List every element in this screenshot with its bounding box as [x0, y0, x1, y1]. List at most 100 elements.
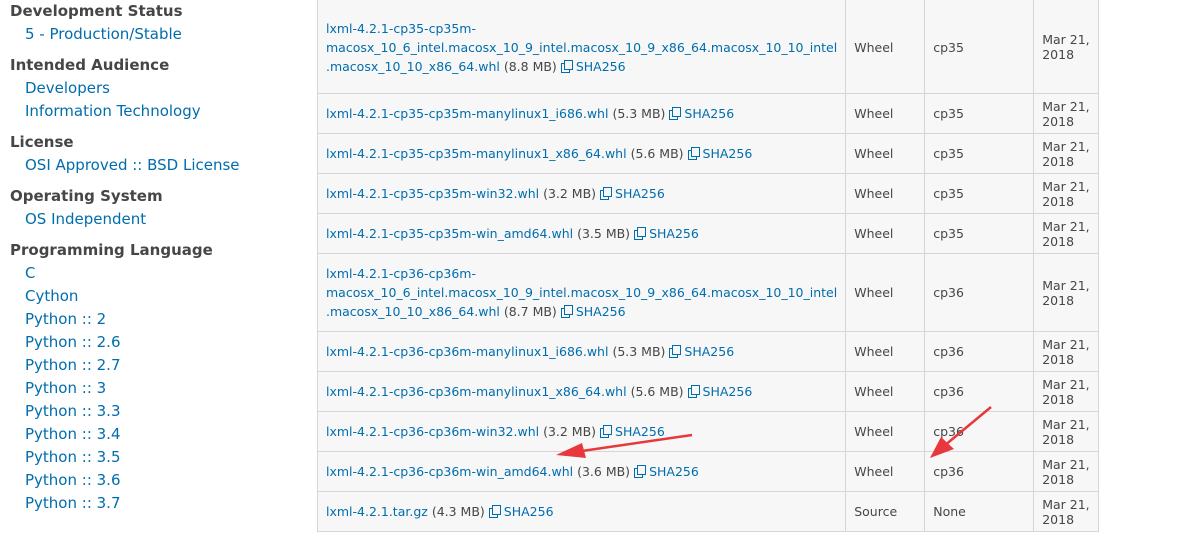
file-download-link[interactable]: lxml-4.2.1-cp36-cp36m-win32.whl	[326, 424, 539, 439]
classifier-category: Intended Audience Developers Information T…	[10, 54, 300, 123]
file-size: (8.7 MB)	[503, 304, 557, 319]
file-cell: lxml-4.2.1-cp36-cp36m-win32.whl (3.2 MB)…	[318, 411, 846, 452]
sha256-link[interactable]: SHA256	[634, 226, 699, 241]
sha256-label: SHA256	[684, 106, 735, 121]
sha256-link[interactable]: SHA256	[669, 344, 734, 359]
classifier-link[interactable]: 5 - Production/Stable	[10, 23, 300, 46]
python-version: cp36	[924, 371, 1034, 412]
classifier-category-title: Development Status	[10, 2, 183, 20]
classifier-link[interactable]: OS Independent	[10, 208, 300, 231]
sha256-link[interactable]: SHA256	[600, 424, 665, 439]
python-version: cp35	[924, 0, 1034, 94]
classifier-link[interactable]: Python :: 3.5	[10, 446, 300, 469]
copy-icon	[669, 345, 682, 358]
file-download-link[interactable]: lxml-4.2.1-cp36-cp36m-manylinux1_x86_64.…	[326, 384, 627, 399]
sha256-label: SHA256	[684, 344, 735, 359]
file-type: Source	[845, 491, 925, 531]
file-row: lxml-4.2.1-cp36-cp36m-manylinux1_i686.wh…	[318, 331, 1098, 372]
file-download-link[interactable]: lxml-4.2.1-cp36-cp36m-win_amd64.whl	[326, 464, 573, 479]
python-version: cp36	[924, 253, 1034, 332]
copy-icon	[669, 107, 682, 120]
sha256-link[interactable]: SHA256	[687, 146, 753, 161]
file-download-link[interactable]: lxml-4.2.1-cp35-cp35m-manylinux1_i686.wh…	[326, 106, 608, 121]
file-row: lxml-4.2.1-cp35-cp35m-macosx_10_6_intel.…	[318, 0, 1098, 94]
classifier-link[interactable]: Python :: 2.7	[10, 354, 300, 377]
classifier-link[interactable]: Cython	[10, 285, 300, 308]
file-size: (3.2 MB)	[543, 186, 597, 201]
file-name-line: lxml-4.2.1-cp36-cp36m-	[326, 266, 476, 281]
sha256-label: SHA256	[702, 146, 753, 161]
file-name-line: lxml-4.2.1-cp36-cp36m-win_amd64.whl	[326, 464, 574, 479]
file-download-link[interactable]: lxml-4.2.1-cp35-cp35m-win32.whl	[326, 186, 539, 201]
sha256-link[interactable]: SHA256	[634, 464, 699, 479]
file-name-line: lxml-4.2.1-cp35-cp35m-win_amd64.whl	[326, 226, 574, 241]
classifier-link[interactable]: Python :: 3.4	[10, 423, 300, 446]
classifier-category-title: License	[10, 133, 74, 151]
sha256-link[interactable]: SHA256	[560, 59, 626, 74]
classifier-link[interactable]: Python :: 3.3	[10, 400, 300, 423]
file-type: Wheel	[845, 253, 925, 332]
python-version: cp35	[924, 93, 1034, 134]
file-cell: lxml-4.2.1-cp35-cp35m-win32.whl (3.2 MB)…	[318, 173, 846, 214]
classifier-link[interactable]: Developers	[10, 77, 300, 100]
classifier-link[interactable]: Information Technology	[10, 100, 300, 123]
sha256-label: SHA256	[649, 226, 699, 241]
file-row: lxml-4.2.1-cp36-cp36m-win_amd64.whl (3.6…	[318, 451, 1098, 492]
upload-date: Mar 21, 2018	[1033, 253, 1098, 332]
classifier-link[interactable]: Python :: 3.6	[10, 469, 300, 492]
classifier-link[interactable]: Python :: 3	[10, 377, 300, 400]
upload-date: Mar 21, 2018	[1033, 331, 1098, 372]
sha256-label: SHA256	[615, 186, 665, 201]
file-size: (3.5 MB)	[577, 226, 631, 241]
sha256-label: SHA256	[615, 424, 665, 439]
sha256-label: SHA256	[702, 384, 753, 399]
sha256-link[interactable]: SHA256	[488, 504, 554, 519]
classifier-link[interactable]: Python :: 3.7	[10, 492, 300, 515]
python-version: None	[924, 491, 1034, 531]
classifier-category-title: Programming Language	[10, 241, 213, 259]
file-type: Wheel	[845, 213, 925, 254]
file-size: (8.8 MB)	[503, 58, 557, 74]
sha256-link[interactable]: SHA256	[560, 304, 626, 319]
file-download-link[interactable]: lxml-4.2.1-cp35-cp35m-win_amd64.whl	[326, 226, 573, 241]
file-row: lxml-4.2.1-cp35-cp35m-win_amd64.whl (3.5…	[318, 213, 1098, 254]
file-download-link[interactable]: lxml-4.2.1-cp35-cp35m-manylinux1_x86_64.…	[326, 146, 627, 161]
file-size: (5.3 MB)	[612, 344, 666, 359]
upload-date: Mar 21, 2018	[1033, 371, 1098, 412]
file-name-line: lxml-4.2.1-cp36-cp36m-manylinux1_i686.wh…	[326, 344, 609, 359]
file-name-line: .macosx_10_10_x86_64.whl	[326, 58, 500, 74]
file-cell: lxml-4.2.1-cp36-cp36m-macosx_10_6_intel.…	[318, 253, 846, 332]
file-size: (4.3 MB)	[431, 504, 485, 519]
sha256-label: SHA256	[575, 304, 626, 319]
file-download-link[interactable]: lxml-4.2.1-cp36-cp36m-manylinux1_i686.wh…	[326, 344, 608, 359]
python-version: cp36	[924, 331, 1034, 372]
file-type: Wheel	[845, 411, 925, 452]
sha256-link[interactable]: SHA256	[600, 186, 665, 201]
copy-icon	[634, 465, 647, 478]
file-name-line: lxml-4.2.1-cp35-cp35m-manylinux1_x86_64.…	[326, 146, 627, 161]
file-type: Wheel	[845, 451, 925, 492]
python-version: cp36	[924, 451, 1034, 492]
sha256-link[interactable]: SHA256	[669, 106, 734, 121]
sha256-label: SHA256	[649, 464, 699, 479]
file-size: (5.3 MB)	[612, 106, 666, 121]
upload-date: Mar 21, 2018	[1033, 491, 1098, 531]
file-name-line: lxml-4.2.1.tar.gz	[326, 504, 428, 519]
file-name-line: lxml-4.2.1-cp36-cp36m-win32.whl	[326, 424, 540, 439]
classifier-link[interactable]: Python :: 2.6	[10, 331, 300, 354]
copy-icon	[560, 59, 573, 73]
classifier-link[interactable]: C	[10, 262, 300, 285]
file-cell: lxml-4.2.1.tar.gz (4.3 MB) SHA256	[318, 491, 846, 531]
file-row: lxml-4.2.1-cp35-cp35m-manylinux1_x86_64.…	[318, 133, 1098, 174]
classifier-link[interactable]: OSI Approved :: BSD License	[10, 154, 300, 177]
sha256-link[interactable]: SHA256	[687, 384, 753, 399]
file-name-line: lxml-4.2.1-cp35-cp35m-	[326, 20, 476, 36]
file-download-link[interactable]: lxml-4.2.1.tar.gz	[326, 504, 428, 519]
copy-icon	[600, 425, 613, 438]
upload-date: Mar 21, 2018	[1033, 451, 1098, 492]
copy-icon	[687, 385, 700, 398]
copy-icon	[560, 305, 573, 318]
python-version: cp35	[924, 133, 1034, 174]
classifier-link[interactable]: Python :: 2	[10, 308, 300, 331]
file-type: Wheel	[845, 173, 925, 214]
